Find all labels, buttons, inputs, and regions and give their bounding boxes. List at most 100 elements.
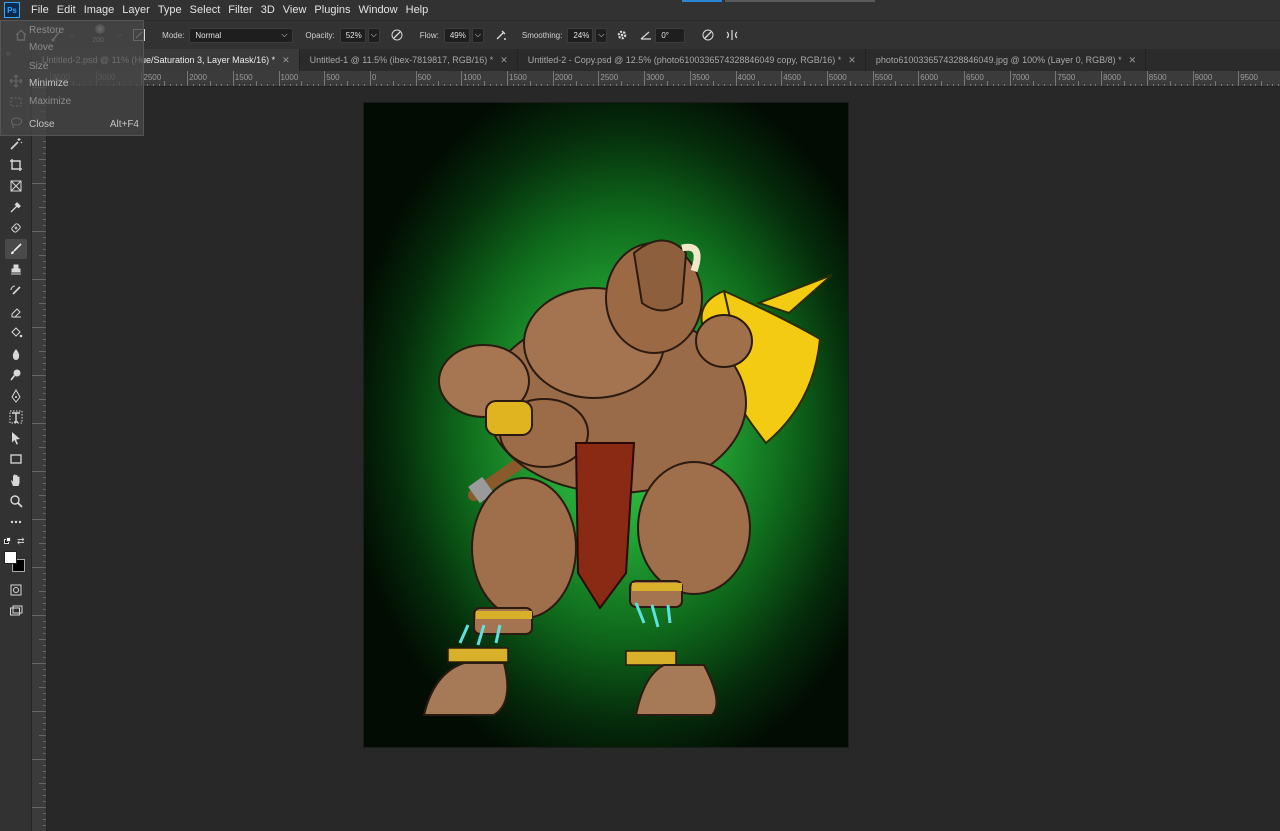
more-tools-icon[interactable] [5, 512, 27, 532]
symmetry-icon[interactable] [723, 26, 741, 44]
menu-bar: Ps File Edit Image Layer Type Select Fil… [0, 0, 1280, 20]
close-icon[interactable]: ✕ [282, 55, 290, 66]
eyedropper-icon[interactable] [5, 197, 27, 217]
menu-filter[interactable]: Filter [224, 4, 256, 16]
flow-input[interactable]: 49% [443, 27, 470, 43]
ruler-tick-label: 500 [326, 73, 340, 82]
photoshop-logo[interactable]: Ps [4, 2, 20, 18]
mode-select[interactable]: Normal ⌵ [189, 27, 294, 43]
options-bar: ⌵ 200 ⌵ Mode: Normal ⌵ Opacity: 52% ⌵ Fl… [0, 20, 1280, 49]
menu-item-size[interactable]: Size [29, 60, 48, 74]
ruler-tick [735, 71, 737, 86]
pressure-opacity-icon[interactable] [388, 26, 406, 44]
ruler-tick [232, 71, 234, 86]
magic-wand-icon[interactable] [5, 134, 27, 154]
stamp-icon[interactable] [5, 260, 27, 280]
minotaur-artwork [422, 239, 833, 716]
rectangle-icon[interactable] [5, 449, 27, 469]
vertical-ruler[interactable] [32, 87, 47, 831]
menu-help[interactable]: Help [402, 4, 433, 16]
menu-item-move[interactable]: Move [29, 41, 53, 55]
tab-untitled-2-copy[interactable]: Untitled-2 - Copy.psd @ 12.5% (photo6100… [518, 49, 866, 71]
menu-item-restore[interactable]: Restore [29, 24, 64, 38]
document-canvas[interactable] [364, 103, 848, 747]
close-icon[interactable]: ✕ [500, 55, 508, 66]
ruler-tick [39, 159, 46, 160]
path-select-icon[interactable] [5, 428, 27, 448]
tab-photo-jpg[interactable]: photo6100336574328846049.jpg @ 100% (Lay… [866, 49, 1147, 71]
menu-3d[interactable]: 3D [257, 4, 279, 16]
hand-icon[interactable] [5, 470, 27, 490]
swap-colors-icon[interactable]: ⇄ [17, 536, 25, 547]
ruler-tick [278, 71, 280, 86]
healing-brush-icon[interactable] [5, 218, 27, 238]
ruler-tick [32, 615, 46, 616]
menu-edit[interactable]: Edit [53, 4, 80, 16]
menu-window[interactable]: Window [355, 4, 402, 16]
menu-item-minimize[interactable]: Minimize [29, 77, 68, 91]
ruler-tick-label: 4500 [783, 73, 801, 82]
ruler-tick [1192, 71, 1194, 86]
ruler-tick [187, 71, 189, 86]
angle-input[interactable]: 0° [655, 27, 686, 43]
ruler-tick-label: 500 [417, 73, 431, 82]
menu-item-maximize[interactable]: Maximize [29, 95, 71, 109]
menu-type[interactable]: Type [154, 4, 186, 16]
blur-icon[interactable] [5, 344, 27, 364]
ruler-tick-label: 6500 [966, 73, 984, 82]
menu-layer[interactable]: Layer [118, 4, 154, 16]
gear-icon[interactable] [613, 26, 631, 44]
ruler-tick [826, 71, 828, 86]
menu-select[interactable]: Select [186, 4, 225, 16]
quick-mask-icon[interactable] [5, 580, 27, 600]
close-icon[interactable]: ✕ [1129, 55, 1137, 66]
menu-file[interactable]: File [27, 4, 53, 16]
airbrush-icon[interactable] [492, 26, 510, 44]
menu-item-close[interactable]: Close Alt+F4 [29, 118, 139, 132]
crop-icon[interactable] [5, 155, 27, 175]
ruler-tick-label: 2000 [189, 73, 207, 82]
screen-mode-icon[interactable] [5, 601, 27, 621]
tab-untitled-1[interactable]: Untitled-1 @ 11.5% (ibex-7819817, RGB/16… [300, 49, 518, 71]
close-icon[interactable]: ✕ [848, 55, 856, 66]
pressure-size-icon[interactable] [699, 26, 717, 44]
ruler-tick [39, 495, 46, 496]
flow-dropdown[interactable]: ⌵ [471, 27, 484, 43]
smoothing-input[interactable]: 24% [567, 27, 594, 43]
type-icon[interactable] [5, 407, 27, 427]
document-tabs: Untitled-2.psd @ 11% (Hue/Saturation 3, … [0, 49, 1280, 71]
tab-label: Untitled-2 - Copy.psd @ 12.5% (photo6100… [527, 55, 842, 65]
title-indicator-bar [725, 0, 875, 2]
ruler-tick [507, 71, 508, 86]
ruler-tick [39, 687, 46, 688]
ruler-tick [32, 471, 46, 472]
opacity-dropdown[interactable]: ⌵ [367, 27, 380, 43]
brush-icon[interactable] [5, 239, 27, 259]
default-colors-icon[interactable] [4, 537, 13, 546]
close-label: Close [29, 119, 55, 130]
menu-plugins[interactable]: Plugins [310, 4, 354, 16]
frame-icon[interactable] [5, 176, 27, 196]
ruler-tick-label: 1000 [280, 73, 299, 82]
history-brush-icon[interactable] [5, 281, 27, 301]
eraser-icon[interactable] [5, 302, 27, 322]
horizontal-ruler[interactable]: 3500300025002000150010005000500100015002… [47, 71, 1280, 87]
smoothing-dropdown[interactable]: ⌵ [595, 27, 608, 43]
menu-image[interactable]: Image [80, 4, 119, 16]
ruler-tick [39, 639, 46, 640]
ruler-tick [964, 71, 965, 86]
dodge-icon[interactable] [5, 365, 27, 385]
menu-view[interactable]: View [279, 4, 311, 16]
foreground-color-swatch[interactable] [4, 551, 17, 564]
opacity-input[interactable]: 52% [339, 27, 366, 43]
paint-bucket-icon[interactable] [5, 323, 27, 343]
tab-label: photo6100336574328846049.jpg @ 100% (Lay… [875, 55, 1122, 65]
ruler-tick [39, 783, 46, 784]
ruler-tick [39, 351, 46, 352]
close-shortcut: Alt+F4 [109, 119, 139, 130]
title-indicator [682, 0, 722, 2]
pen-icon[interactable] [5, 386, 27, 406]
ruler-tick [872, 71, 874, 86]
zoom-icon[interactable] [5, 491, 27, 511]
ruler-tick [32, 807, 46, 808]
